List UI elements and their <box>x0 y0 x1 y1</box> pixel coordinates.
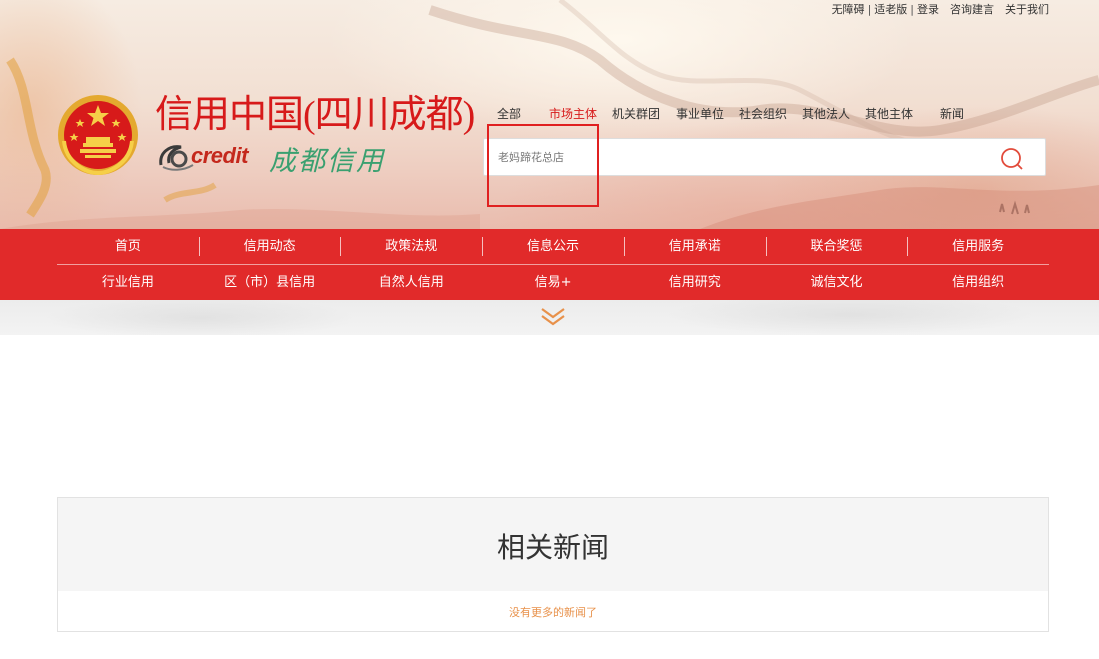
page: 无障碍 | 适老版 | 登录 咨询建言 关于我们 信用中国(四川成都) cred… <box>0 0 1099 659</box>
nav-item-credit-research[interactable]: 信用研究 <box>624 265 766 300</box>
related-news-panel: 相关新闻 没有更多的新闻了 <box>57 497 1049 632</box>
tab-all[interactable]: 全部 <box>497 105 521 122</box>
top-links: 无障碍 | 适老版 | 登录 咨询建言 关于我们 <box>832 1 1049 17</box>
chengdu-credit-calligraphy: 成都信用 <box>269 146 385 176</box>
annotation-highlight-box <box>487 124 599 207</box>
credit-swoosh-icon <box>159 145 194 171</box>
nav-item-industry-credit[interactable]: 行业信用 <box>57 265 199 300</box>
elderly-mode-link[interactable]: 适老版 <box>874 1 907 17</box>
tab-other-entities[interactable]: 其他主体 <box>865 105 913 122</box>
tab-social-organizations[interactable]: 社会组织 <box>739 105 787 122</box>
tab-government-groups[interactable]: 机关群团 <box>612 105 660 122</box>
expand-bar <box>0 300 1099 335</box>
login-link[interactable]: 登录 <box>917 1 939 17</box>
nav-item-district-credit[interactable]: 区（市）县信用 <box>199 265 341 300</box>
search-icon[interactable] <box>999 146 1025 172</box>
nav-item-credit-organizations[interactable]: 信用组织 <box>907 265 1049 300</box>
nav-item-integrity-culture[interactable]: 诚信文化 <box>766 265 908 300</box>
news-empty-message: 没有更多的新闻了 <box>509 606 597 619</box>
tab-market-entity[interactable]: 市场主体 <box>549 105 597 122</box>
nav-row-1: 首页 信用动态 政策法规 信息公示 信用承诺 联合奖惩 信用服务 <box>57 229 1049 264</box>
nav-item-joint-rewards[interactable]: 联合奖惩 <box>765 229 908 264</box>
header-banner: 无障碍 | 适老版 | 登录 咨询建言 关于我们 信用中国(四川成都) cred… <box>0 0 1099 229</box>
tab-public-institutions[interactable]: 事业单位 <box>676 105 724 122</box>
news-title: 相关新闻 <box>496 531 609 564</box>
accessibility-link[interactable]: 无障碍 <box>832 1 865 17</box>
nav-item-credit-commitment[interactable]: 信用承诺 <box>623 229 766 264</box>
main-nav: 首页 信用动态 政策法规 信息公示 信用承诺 联合奖惩 信用服务 行业信用 区（… <box>0 229 1099 300</box>
site-logo[interactable]: credit 成都信用 <box>157 137 397 179</box>
site-title: 信用中国(四川成都) <box>155 94 475 136</box>
nav-item-credit-services[interactable]: 信用服务 <box>907 229 1049 264</box>
separator: | <box>910 3 914 16</box>
nav-item-xinyi-plus[interactable]: 信易+ <box>482 265 624 300</box>
about-link[interactable]: 关于我们 <box>1005 1 1049 17</box>
nav-row-2: 行业信用 区（市）县信用 自然人信用 信易+ 信用研究 诚信文化 信用组织 <box>57 265 1049 300</box>
tab-news[interactable]: 新闻 <box>940 105 964 122</box>
double-chevron-down-icon[interactable] <box>539 306 567 328</box>
nav-item-policies[interactable]: 政策法规 <box>340 229 482 264</box>
tab-other-legal-persons[interactable]: 其他法人 <box>802 105 850 122</box>
nav-item-home[interactable]: 首页 <box>57 229 199 264</box>
consult-link[interactable]: 咨询建言 <box>950 1 994 17</box>
news-header: 相关新闻 <box>58 498 1048 591</box>
nav-item-personal-credit[interactable]: 自然人信用 <box>340 265 482 300</box>
separator: | <box>867 3 872 16</box>
nav-item-disclosure[interactable]: 信息公示 <box>482 229 624 264</box>
nav-item-credit-news[interactable]: 信用动态 <box>198 229 341 264</box>
national-emblem-icon <box>58 95 138 176</box>
credit-logo-text: credit <box>191 143 248 168</box>
